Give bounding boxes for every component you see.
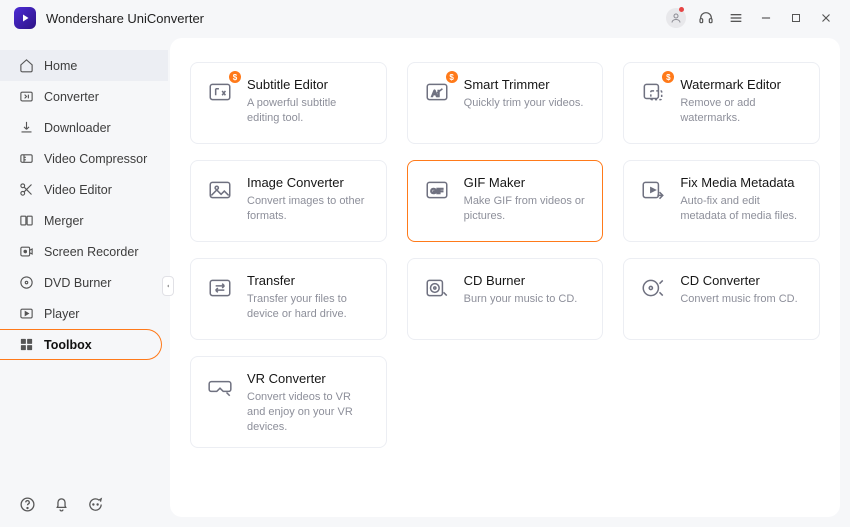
content-panel: $ Subtitle Editor A powerful subtitle ed… [170,38,840,517]
card-title: GIF Maker [464,175,589,190]
disc-icon [18,275,34,291]
svg-text:GIF: GIF [430,186,443,195]
headset-icon[interactable] [694,6,718,30]
card-desc: Quickly trim your videos. [464,96,589,111]
sidebar-item-label: Toolbox [44,338,92,352]
sidebar-bottom-icons [0,481,168,527]
gif-icon: GIF [422,175,452,205]
card-title: VR Converter [247,371,372,386]
recorder-icon [18,244,34,260]
sidebar: Home Converter Downloader Video Compress… [0,36,168,527]
trimmer-icon: AI $ [422,77,452,107]
help-icon[interactable] [18,495,36,513]
sidebar-item-label: Home [44,59,77,73]
merger-icon [18,213,34,229]
sidebar-item-home[interactable]: Home [0,50,168,81]
card-desc: A powerful subtitle editing tool. [247,96,372,126]
card-desc: Burn your music to CD. [464,292,589,307]
tool-grid: $ Subtitle Editor A powerful subtitle ed… [190,62,820,448]
sidebar-item-label: Player [44,307,79,321]
sidebar-item-recorder[interactable]: Screen Recorder [0,236,168,267]
scissors-icon [18,182,34,198]
card-title: CD Converter [680,273,805,288]
sidebar-item-label: Video Compressor [44,152,147,166]
tool-card-fix-metadata[interactable]: Fix Media Metadata Auto-fix and edit met… [623,160,820,242]
tool-card-vr-converter[interactable]: VR Converter Convert videos to VR and en… [190,356,387,448]
subtitle-icon: $ [205,77,235,107]
svg-text:AI: AI [431,88,439,98]
tool-card-cd-converter[interactable]: CD Converter Convert music from CD. [623,258,820,340]
title-bar: Wondershare UniConverter [0,0,850,36]
sidebar-item-label: Converter [44,90,99,104]
tool-card-cd-burner[interactable]: CD Burner Burn your music to CD. [407,258,604,340]
player-icon [18,306,34,322]
cd-converter-icon [638,273,668,303]
sidebar-item-toolbox[interactable]: Toolbox [0,329,162,360]
sidebar-item-label: Screen Recorder [44,245,139,259]
download-icon [18,120,34,136]
card-title: Watermark Editor [680,77,805,92]
card-desc: Transfer your files to device or hard dr… [247,292,372,322]
badge-icon: $ [446,71,458,83]
sidebar-item-label: Merger [44,214,84,228]
compressor-icon [18,151,34,167]
bell-icon[interactable] [52,495,70,513]
sidebar-item-merger[interactable]: Merger [0,205,168,236]
cd-burner-icon [422,273,452,303]
sidebar-collapse-handle[interactable] [162,276,174,296]
toolbox-icon [18,337,34,353]
sidebar-item-player[interactable]: Player [0,298,168,329]
app-title: Wondershare UniConverter [46,11,204,26]
card-title: CD Burner [464,273,589,288]
close-button[interactable] [814,6,838,30]
badge-icon: $ [229,71,241,83]
card-desc: Convert images to other formats. [247,194,372,224]
tool-card-watermark-editor[interactable]: $ Watermark Editor Remove or add waterma… [623,62,820,144]
feedback-icon[interactable] [86,495,104,513]
notification-dot [679,7,684,12]
sidebar-item-label: Downloader [44,121,111,135]
card-title: Fix Media Metadata [680,175,805,190]
card-title: Smart Trimmer [464,77,589,92]
tool-card-gif-maker[interactable]: GIF GIF Maker Make GIF from videos or pi… [407,160,604,242]
card-desc: Remove or add watermarks. [680,96,805,126]
converter-icon [18,89,34,105]
metadata-icon [638,175,668,205]
watermark-icon: $ [638,77,668,107]
sidebar-item-label: Video Editor [44,183,112,197]
menu-icon[interactable] [724,6,748,30]
image-icon [205,175,235,205]
transfer-icon [205,273,235,303]
tool-card-transfer[interactable]: Transfer Transfer your files to device o… [190,258,387,340]
tool-card-smart-trimmer[interactable]: AI $ Smart Trimmer Quickly trim your vid… [407,62,604,144]
maximize-button[interactable] [784,6,808,30]
sidebar-item-label: DVD Burner [44,276,111,290]
vr-icon [205,371,235,401]
tool-card-subtitle-editor[interactable]: $ Subtitle Editor A powerful subtitle ed… [190,62,387,144]
sidebar-item-compressor[interactable]: Video Compressor [0,143,168,174]
sidebar-item-converter[interactable]: Converter [0,81,168,112]
sidebar-item-editor[interactable]: Video Editor [0,174,168,205]
card-title: Transfer [247,273,372,288]
account-icon[interactable] [664,6,688,30]
home-icon [18,58,34,74]
card-desc: Make GIF from videos or pictures. [464,194,589,224]
app-logo [14,7,36,29]
sidebar-item-downloader[interactable]: Downloader [0,112,168,143]
badge-icon: $ [662,71,674,83]
card-title: Subtitle Editor [247,77,372,92]
card-desc: Convert music from CD. [680,292,805,307]
minimize-button[interactable] [754,6,778,30]
card-desc: Convert videos to VR and enjoy on your V… [247,390,372,435]
sidebar-item-dvd[interactable]: DVD Burner [0,267,168,298]
card-desc: Auto-fix and edit metadata of media file… [680,194,805,224]
card-title: Image Converter [247,175,372,190]
tool-card-image-converter[interactable]: Image Converter Convert images to other … [190,160,387,242]
